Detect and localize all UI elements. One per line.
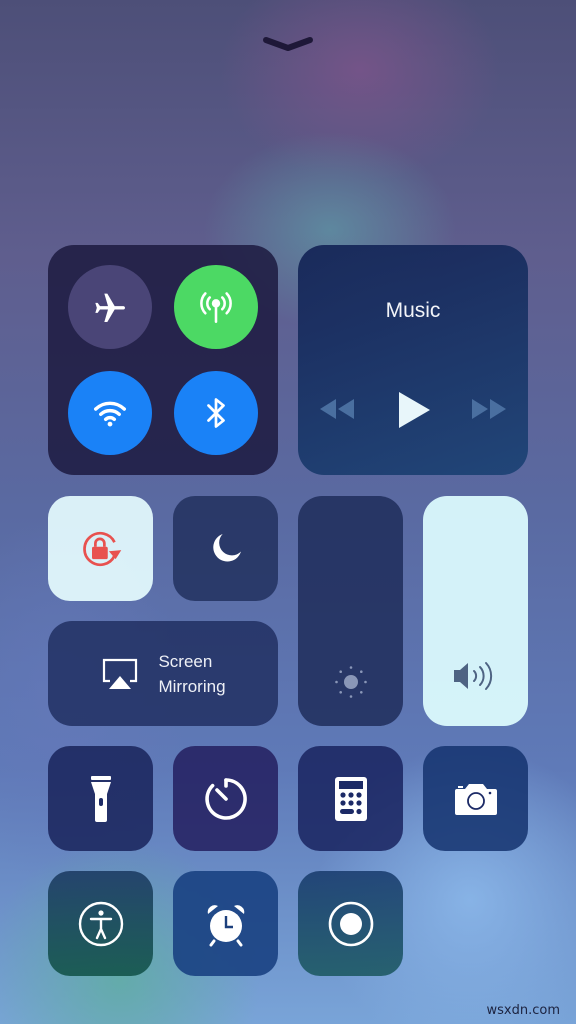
connectivity-module <box>48 245 278 475</box>
bluetooth-button[interactable] <box>174 371 258 455</box>
accessibility-icon <box>78 901 123 946</box>
flashlight-icon <box>90 775 111 822</box>
airplane-mode-button[interactable] <box>68 265 152 349</box>
alarm-clock-icon <box>207 904 244 946</box>
calculator-icon <box>334 776 367 821</box>
music-title: Music <box>385 299 441 322</box>
music-module[interactable]: Music <box>298 245 528 475</box>
flashlight-button[interactable] <box>48 746 153 851</box>
rewind-icon <box>320 399 354 419</box>
timer-button[interactable] <box>173 746 278 851</box>
bluetooth-icon <box>207 398 225 428</box>
screen-mirroring-button[interactable]: Screen Mirroring <box>48 621 278 726</box>
fast-forward-icon <box>472 399 506 419</box>
cellular-data-button[interactable] <box>174 265 258 349</box>
volume-slider[interactable] <box>423 496 528 726</box>
moon-icon <box>212 533 241 561</box>
calculator-button[interactable] <box>298 746 403 851</box>
screen-mirroring-label: Screen Mirroring <box>158 649 225 699</box>
screen-recording-button[interactable] <box>298 871 403 976</box>
wifi-button[interactable] <box>68 371 152 455</box>
screen-mirroring-label-line1: Screen <box>158 651 213 671</box>
accessibility-button[interactable] <box>48 871 153 976</box>
rewind-button[interactable] <box>318 397 356 421</box>
play-icon <box>399 392 430 428</box>
alarm-button[interactable] <box>173 871 278 976</box>
play-button[interactable] <box>396 390 432 430</box>
antenna-icon <box>200 292 232 323</box>
camera-button[interactable] <box>423 746 528 851</box>
camera-icon <box>454 783 497 815</box>
rotation-lock-icon <box>82 531 121 566</box>
speaker-icon <box>453 662 492 690</box>
wifi-icon <box>94 401 126 427</box>
airplay-icon <box>103 658 138 689</box>
screen-mirroring-label-line2: Mirroring <box>158 676 226 696</box>
airplane-icon <box>95 293 125 322</box>
fast-forward-button[interactable] <box>470 397 508 421</box>
sun-icon <box>334 666 367 698</box>
do-not-disturb-button[interactable] <box>173 496 278 601</box>
timer-icon <box>204 777 247 820</box>
orientation-lock-button[interactable] <box>48 496 153 601</box>
watermark: wsxdn.com <box>486 1003 561 1018</box>
brightness-slider[interactable] <box>298 496 403 726</box>
record-icon <box>328 901 373 946</box>
chevron-down-icon[interactable] <box>262 36 314 52</box>
